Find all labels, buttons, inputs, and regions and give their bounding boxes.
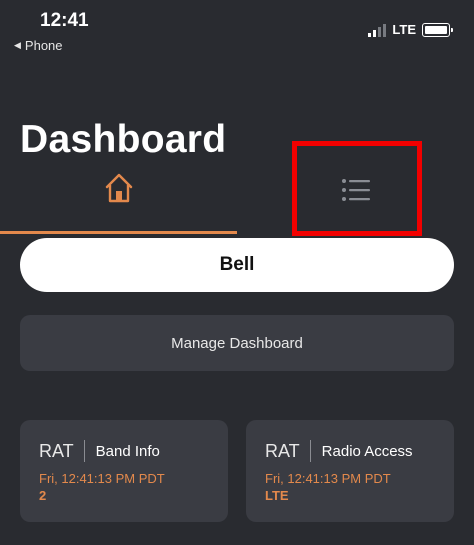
network-type: LTE: [392, 22, 416, 37]
highlight-box: [292, 141, 422, 236]
back-link-label: Phone: [24, 38, 63, 53]
back-arrow-icon: ◀: [14, 40, 21, 50]
status-time: 12:41: [40, 10, 89, 31]
manage-dashboard-button[interactable]: Manage Dashboard: [20, 315, 454, 371]
card-rat-label: RAT: [265, 440, 300, 461]
card-header: RAT Radio Access: [265, 440, 435, 462]
card-value: LTE: [265, 488, 289, 503]
back-to-phone-link[interactable]: ◀ Phone: [14, 38, 63, 53]
battery-icon: [422, 22, 453, 37]
radio-access-card[interactable]: RAT Radio Access Fri, 12:41:13 PM PDT LT…: [246, 420, 454, 522]
card-timestamp: Fri, 12:41:13 PM PDT: [39, 471, 165, 486]
tab-home[interactable]: [0, 160, 237, 236]
band-info-card[interactable]: RAT Band Info Fri, 12:41:13 PM PDT 2: [20, 420, 228, 522]
card-divider: [83, 440, 85, 462]
card-value: 2: [39, 488, 47, 503]
card-divider: [309, 440, 311, 462]
card-rat-label: RAT: [39, 440, 74, 461]
home-icon: [105, 173, 132, 203]
tab-home-underline: [0, 231, 237, 234]
card-timestamp: Fri, 12:41:13 PM PDT: [265, 471, 391, 486]
card-title: Radio Access: [321, 442, 413, 460]
status-indicators: LTE: [368, 22, 453, 37]
card-title: Band Info: [95, 442, 160, 460]
bell-button[interactable]: Bell: [20, 238, 454, 292]
signal-bars-icon: [368, 23, 387, 37]
card-header: RAT Band Info: [39, 440, 209, 462]
page-title: Dashboard: [20, 118, 227, 161]
